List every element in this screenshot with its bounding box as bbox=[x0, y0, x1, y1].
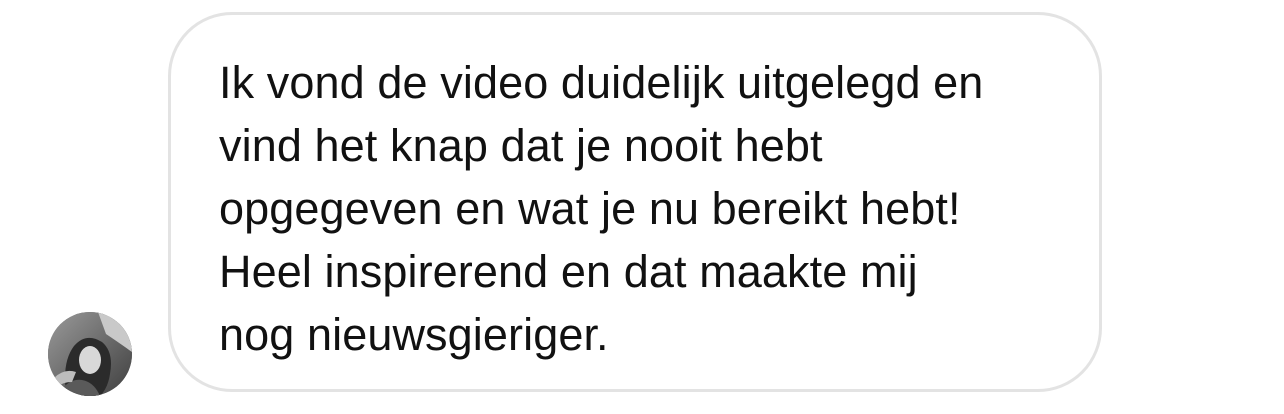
message-row: Ik vond de video duidelijk uitgelegd en … bbox=[0, 0, 1284, 414]
message-line: opgegeven en wat je nu bereikt hebt! bbox=[219, 183, 961, 234]
message-text: Ik vond de video duidelijk uitgelegd en … bbox=[219, 51, 1059, 366]
message-line: vind het knap dat je nooit hebt bbox=[219, 120, 823, 171]
profile-photo-icon bbox=[48, 312, 132, 396]
message-bubble[interactable]: Ik vond de video duidelijk uitgelegd en … bbox=[168, 12, 1102, 392]
message-line: nog nieuwsgieriger. bbox=[219, 309, 609, 360]
message-line: Heel inspirerend en dat maakte mij bbox=[219, 246, 918, 297]
avatar[interactable] bbox=[48, 312, 132, 396]
message-line: Ik vond de video duidelijk uitgelegd en bbox=[219, 57, 984, 108]
